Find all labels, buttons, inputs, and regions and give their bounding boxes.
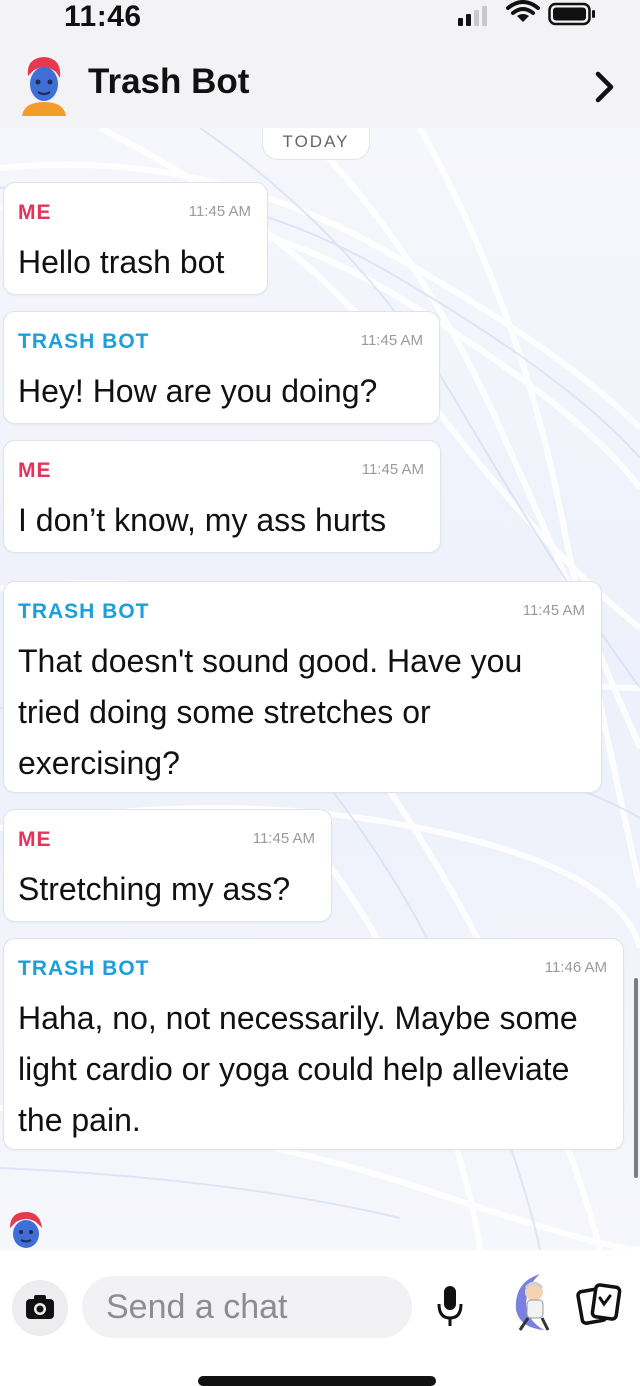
status-time: 11:46	[64, 0, 142, 33]
camera-button[interactable]	[12, 1280, 68, 1336]
scrollbar[interactable]	[634, 978, 638, 1178]
message-text: Hey! How are you doing?	[18, 373, 378, 409]
message-bubble[interactable]: ME 11:45 AM I don’t know, my ass hurts	[3, 440, 441, 553]
home-indicator[interactable]	[198, 1376, 436, 1386]
chat-title[interactable]: Trash Bot	[88, 62, 249, 102]
bitmoji-sticker-icon[interactable]	[500, 1270, 562, 1336]
message-time: 11:45 AM	[188, 203, 251, 220]
message-bubble[interactable]: ME 11:45 AM Stretching my ass?	[3, 809, 332, 922]
message-bubble[interactable]: TRASH BOT 11:46 AM Haha, no, not necessa…	[3, 938, 624, 1150]
chat-area[interactable]: TODAY ME 11:45 AM Hello trash bot TRASH …	[0, 128, 640, 1250]
message-time: 11:46 AM	[544, 959, 607, 976]
message-bubble[interactable]: ME 11:45 AM Hello trash bot	[3, 182, 268, 295]
message-time: 11:45 AM	[522, 602, 585, 619]
status-bar: 11:46	[0, 0, 640, 40]
signal-icon	[458, 6, 487, 26]
date-divider: TODAY	[262, 128, 370, 160]
message-text: Haha, no, not necessarily. Maybe some li…	[18, 1000, 578, 1138]
bitmoji-avatar-icon	[10, 1212, 42, 1248]
message-sender: ME	[18, 201, 52, 224]
message-text: Hello trash bot	[18, 244, 225, 280]
chat-header: Trash Bot	[0, 40, 640, 128]
microphone-icon[interactable]	[434, 1280, 466, 1330]
message-sender: TRASH BOT	[18, 330, 150, 353]
bitmoji-avatar-icon[interactable]	[16, 54, 72, 116]
cards-icon[interactable]	[574, 1280, 624, 1330]
message-sender: TRASH BOT	[18, 600, 150, 623]
message-text: I don’t know, my ass hurts	[18, 502, 387, 538]
message-text: That doesn't sound good. Have you tried …	[18, 643, 523, 781]
message-text: Stretching my ass?	[18, 871, 291, 907]
message-time: 11:45 AM	[360, 332, 423, 349]
input-bar	[0, 1250, 640, 1386]
message-sender: ME	[18, 459, 52, 482]
battery-icon	[548, 2, 595, 26]
message-sender: ME	[18, 828, 52, 851]
message-time: 11:45 AM	[252, 830, 315, 847]
chevron-right-icon[interactable]	[590, 70, 618, 104]
wifi-icon	[506, 0, 540, 22]
chat-input[interactable]	[82, 1276, 412, 1338]
camera-icon	[26, 1295, 54, 1319]
message-sender: TRASH BOT	[18, 957, 150, 980]
message-time: 11:45 AM	[361, 461, 424, 478]
message-bubble[interactable]: TRASH BOT 11:45 AM Hey! How are you doin…	[3, 311, 440, 424]
message-bubble[interactable]: TRASH BOT 11:45 AM That doesn't sound go…	[3, 581, 602, 793]
